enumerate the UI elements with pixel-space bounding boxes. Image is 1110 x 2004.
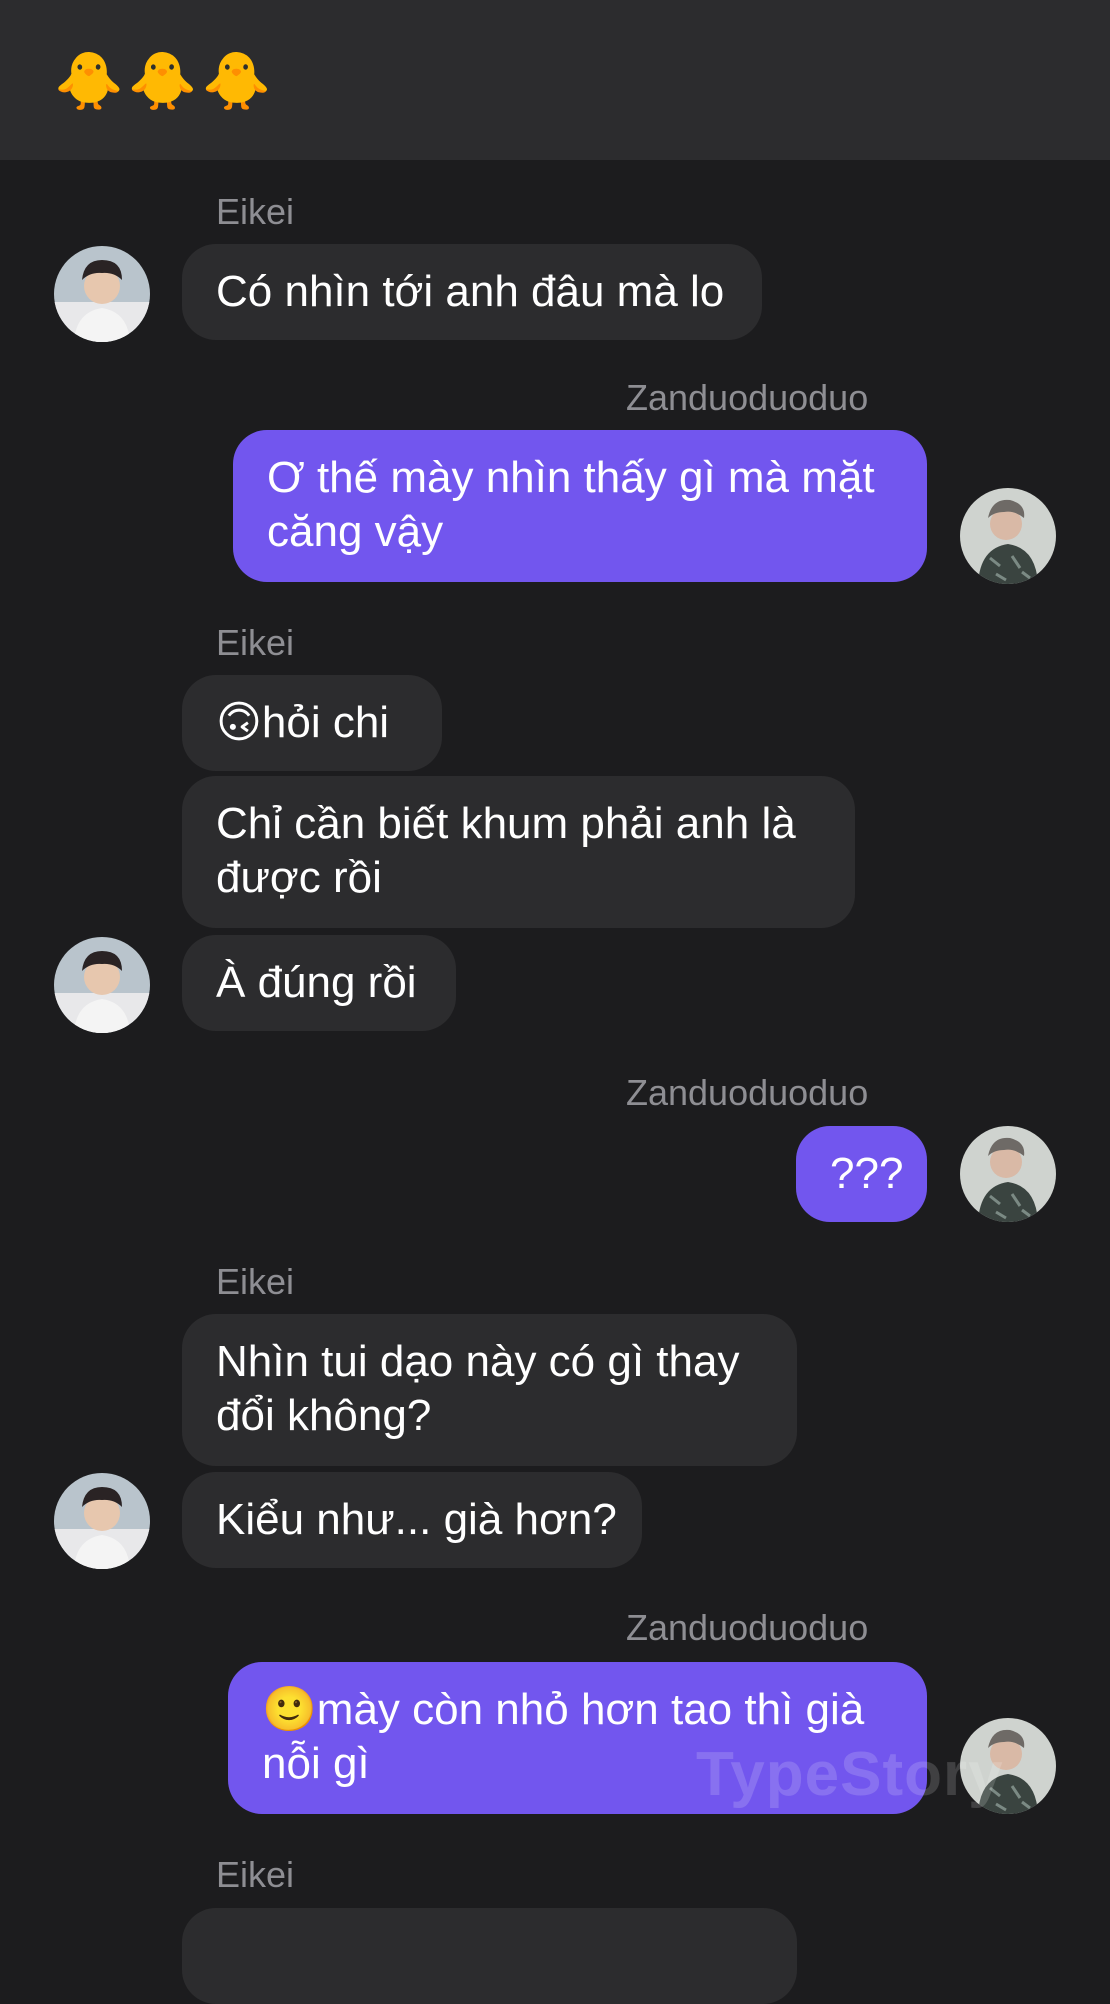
sender-name: Eikei xyxy=(216,622,295,663)
message-bubble-incoming[interactable]: 🙃hỏi chi xyxy=(182,675,442,771)
message-bubble-incoming[interactable]: À đúng rồi xyxy=(182,935,456,1031)
message-text: À đúng rồi xyxy=(216,958,417,1007)
message-text-line: căng vậy xyxy=(267,507,444,556)
avatar-eikei-image xyxy=(54,937,150,1033)
avatar-eikei[interactable] xyxy=(54,937,150,1033)
slightly-smiling-face-icon: 🙂 xyxy=(262,1684,317,1735)
message-bubble-incoming-partial[interactable] xyxy=(182,1908,797,2004)
message-text-line: Chỉ cần biết khum phải anh là xyxy=(216,799,796,848)
message-text-line: 🙂mày còn nhỏ hơn tao thì già xyxy=(262,1683,893,1737)
message-list[interactable]: Eikei Có nhìn tới anh đâu mà lo Zanduodu… xyxy=(0,160,1110,2004)
avatar-zanduoduoduo-image xyxy=(960,488,1056,584)
message-bubble-incoming[interactable]: Kiểu như... già hơn? xyxy=(182,1472,642,1568)
message-text: ??? xyxy=(830,1149,904,1198)
avatar-zanduoduoduo[interactable] xyxy=(960,1126,1056,1222)
message-bubble-outgoing[interactable]: Ơ thế mày nhìn thấy gì mà mặt căng vậy xyxy=(233,430,927,582)
message-text: hỏi chi xyxy=(261,698,390,747)
message-bubble-outgoing[interactable]: ??? xyxy=(796,1126,927,1222)
sender-name: Zanduoduoduo xyxy=(626,1607,869,1648)
message-text: Kiểu như... già hơn? xyxy=(216,1495,617,1544)
avatar-eikei-image xyxy=(54,1473,150,1569)
avatar-eikei-image xyxy=(54,246,150,342)
message-bubble-incoming[interactable]: Chỉ cần biết khum phải anh là được rồi xyxy=(182,776,855,928)
avatar-eikei[interactable] xyxy=(54,1473,150,1569)
avatar-zanduoduoduo-image xyxy=(960,1126,1056,1222)
sender-name: Eikei xyxy=(216,191,295,232)
upside-down-face-icon: 🙃 xyxy=(216,697,262,748)
avatar-zanduoduoduo[interactable] xyxy=(960,488,1056,584)
message-text-line: được rồi xyxy=(216,853,382,902)
message-bubble-incoming[interactable]: Có nhìn tới anh đâu mà lo xyxy=(182,244,762,340)
chat-title: 🐥🐥🐥 xyxy=(54,49,276,114)
sender-name: Eikei xyxy=(216,1261,295,1302)
sender-name: Zanduoduoduo xyxy=(626,1072,869,1113)
message-text: mày còn nhỏ hơn tao thì già xyxy=(316,1685,865,1734)
sender-name: Eikei xyxy=(216,1854,295,1895)
message-bubble-incoming[interactable]: Nhìn tui dạo này có gì thay đổi không? xyxy=(182,1314,797,1466)
sender-name: Zanduoduoduo xyxy=(626,377,869,418)
watermark-logo: TypeStory xyxy=(696,1740,1004,1809)
chat-header: 🐥🐥🐥 xyxy=(0,0,1110,160)
message-text: Có nhìn tới anh đâu mà lo xyxy=(216,267,725,316)
message-text-line: đổi không? xyxy=(216,1391,432,1440)
message-text-line: Nhìn tui dạo này có gì thay xyxy=(216,1337,740,1386)
message-text-line: Ơ thế mày nhìn thấy gì mà mặt xyxy=(267,453,875,502)
avatar-eikei[interactable] xyxy=(54,246,150,342)
